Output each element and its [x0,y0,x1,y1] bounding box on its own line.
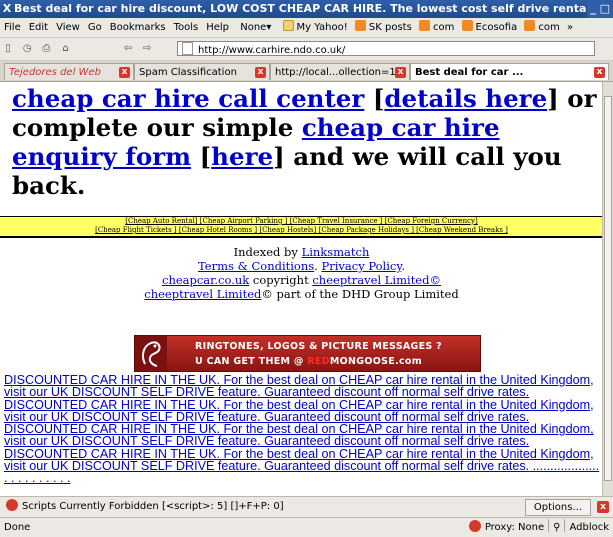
close-tab-icon[interactable]: x [594,67,605,78]
divider [564,519,566,532]
menu-bookmarks[interactable]: Bookmarks [110,22,166,33]
bookmark-ecosofia[interactable]: Ecosofia [461,18,517,37]
here-link[interactable]: here [211,142,273,171]
footer-info: Indexed by Linksmatch Terms & Conditions… [144,245,459,301]
ad-banner[interactable]: RINGTONES, LOGOS & PICTURE MESSAGES ? U … [134,335,481,372]
banner-line-1: RINGTONES, LOGOS & PICTURE MESSAGES ? [195,341,442,352]
menu-view[interactable]: View [56,22,80,33]
rss-icon [524,20,536,31]
bookmark-com[interactable]: com [418,18,454,37]
call-center-link[interactable]: cheap car hire call center [12,84,364,113]
back-icon[interactable]: ⇦ [120,38,136,60]
page-icon [182,42,193,55]
proxy-status[interactable]: Proxy: None [485,522,544,533]
tab-local-collection[interactable]: http://local...ollection=1 x [270,63,410,80]
menu-edit[interactable]: Edit [29,22,48,33]
links-row-2[interactable]: [Cheap Flight Tickets ] [Cheap Hotel Roo… [95,226,508,234]
rss-icon [418,20,430,31]
tab-best-deal[interactable]: Best deal for car ... x [410,63,609,80]
divider [548,519,550,532]
bookmark-my-yahoo[interactable]: My Yahoo! [282,18,348,37]
close-tab-icon[interactable]: x [119,67,130,78]
noscript-status-icon[interactable] [468,520,481,532]
noscript-bar: Scripts Currently Forbidden [<script>: 5… [0,496,613,517]
spam-link[interactable]: DISCOUNTED CAR HIRE IN THE UK. For the b… [4,373,594,473]
terms-link[interactable]: Terms & Conditions [198,259,314,273]
window-title: Best deal for car hire discount, LOW COS… [14,2,613,15]
tab-spam-classification[interactable]: Spam Classification x [134,63,270,80]
magnifier-icon[interactable]: ⚲ [553,522,560,533]
adblock-status[interactable]: Adblock [569,522,609,533]
navigation-toolbar: ▯ ◷ ⎙ ⌂ ⇦ ⇨ http://www.carhire.ndo.co.uk… [0,38,613,61]
rss-icon [354,20,366,31]
rss-icon [461,20,473,31]
close-tab-icon[interactable]: x [255,67,266,78]
spam-text-block: DISCOUNTED CAR HIRE IN THE UK. For the b… [4,374,600,485]
linksmatch-link[interactable]: Linksmatch [302,245,370,259]
close-icon[interactable]: X [0,0,14,18]
company-link-2[interactable]: cheeptravel Limited [144,287,261,301]
links-bar: [Cheap Auto Rental] [Cheap Airport Parki… [0,216,603,238]
menu-bar: File Edit View Go Bookmarks Tools Help None▾ M… [0,18,613,38]
home-icon[interactable]: ⌂ [58,38,74,60]
mongoose-logo [135,336,167,371]
options-button[interactable]: Options... [524,499,591,516]
headline: cheap car hire call center [details here… [12,84,597,200]
domain-link[interactable]: cheapcar.co.uk [162,273,249,287]
folder-icon [282,20,294,31]
bookmarks-overflow[interactable]: » [567,18,573,37]
title-bar: X Best deal for car hire discount, LOW CO… [0,0,613,18]
status-bar: Done Proxy: None ⚲ Adblock [0,517,613,537]
scrollbar-thumb[interactable] [604,96,612,481]
menu-help[interactable]: Help [206,22,229,33]
url-bar[interactable]: http://www.carhire.ndo.co.uk/ [177,41,595,56]
url-text: http://www.carhire.ndo.co.uk/ [198,45,346,56]
none-dropdown[interactable]: None▾ [240,22,271,33]
menu-tools[interactable]: Tools [174,22,199,33]
close-icon[interactable]: x [597,501,609,513]
company-link[interactable]: cheeptravel Limited© [312,273,441,287]
page-icon[interactable]: ▯ [0,38,16,60]
menu-file[interactable]: File [4,22,21,33]
status-text: Done [4,522,31,533]
banner-line-2: U CAN GET THEM @ REDMONGOOSE.com [195,356,422,367]
menu-go[interactable]: Go [88,22,102,33]
bookmark-sk-posts[interactable]: SK posts [354,18,412,37]
noscript-message: Scripts Currently Forbidden [<script>: 5… [22,501,284,512]
page-content: cheap car hire call center [details here… [0,82,603,496]
history-icon[interactable]: ◷ [19,38,35,60]
tab-strip: Tejedores del Web x Spam Classification x … [0,61,613,82]
forward-icon[interactable]: ⇨ [139,38,155,60]
vertical-scrollbar[interactable] [602,82,613,496]
close-tab-icon[interactable]: x [395,67,406,78]
details-link[interactable]: details here [384,84,547,113]
noscript-icon [6,499,18,511]
bookmark-com-2[interactable]: com [524,18,560,37]
tab-tejedores[interactable]: Tejedores del Web x [4,63,134,80]
window-controls[interactable]: _ □ [587,0,613,18]
print-icon[interactable]: ⎙ [38,38,54,60]
privacy-link[interactable]: Privacy Policy [321,259,401,273]
links-row-1[interactable]: [Cheap Auto Rental] [Cheap Airport Parki… [125,217,478,225]
